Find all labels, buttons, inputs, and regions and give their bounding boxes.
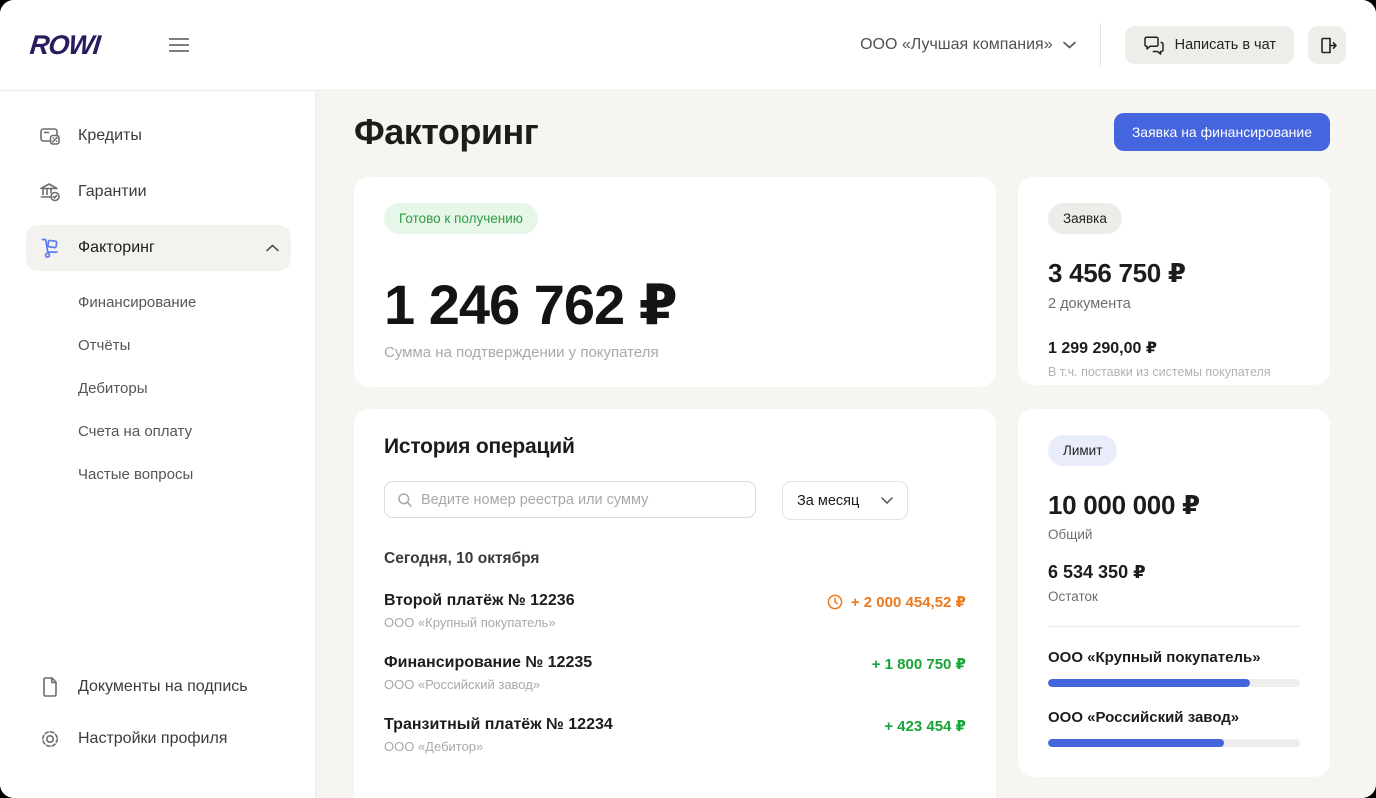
transaction-company: ООО «Крупный покупатель»	[384, 615, 827, 630]
search-icon	[397, 492, 413, 508]
status-badge-ready: Готово к получению	[384, 203, 538, 234]
sidebar-item-label: Документы на подпись	[78, 678, 248, 696]
company-selector-label: ООО «Лучшая компания»	[860, 36, 1053, 54]
gear-icon	[38, 727, 62, 751]
clock-icon	[827, 594, 843, 610]
history-search-box[interactable]	[384, 481, 756, 518]
sidebar-item-label: Настройки профиля	[78, 730, 227, 748]
ready-caption: Сумма на подтверждении у покупателя	[384, 344, 966, 361]
factoring-submenu: Финансирование Отчёты Дебиторы Счета на …	[26, 281, 291, 496]
main-content: Факторинг Заявка на финансирование Готов…	[316, 91, 1376, 798]
operations-history-card: История операций З	[354, 409, 996, 798]
transaction-row[interactable]: Второй платёж № 12236 ООО «Крупный покуп…	[384, 592, 966, 630]
financing-request-button[interactable]: Заявка на финансирование	[1114, 113, 1330, 151]
sidebar-subitem-financing[interactable]: Финансирование	[26, 281, 291, 324]
hamburger-menu-icon[interactable]	[168, 37, 190, 53]
sidebar-item-label: Гарантии	[78, 183, 147, 201]
transaction-amount-pending: + 2 000 454,52 ₽	[827, 592, 966, 611]
history-title: История операций	[384, 435, 966, 459]
ready-to-receive-card: Готово к получению 1 246 762 ₽ Сумма на …	[354, 177, 996, 387]
debtor-name: ООО «Крупный покупатель»	[1048, 649, 1300, 666]
ready-amount: 1 246 762 ₽	[384, 272, 966, 338]
sidebar-item-label: Факторинг	[78, 239, 155, 257]
application-amount: 3 456 750 ₽	[1048, 258, 1300, 289]
sidebar-subitem-debtors[interactable]: Дебиторы	[26, 367, 291, 410]
bank-check-icon	[38, 180, 62, 204]
company-selector[interactable]: ООО «Лучшая компания»	[860, 36, 1076, 54]
sidebar-bottom-group: Документы на подпись Настройки профиля	[26, 664, 291, 768]
debtor-limit-block: ООО «Крупный покупатель»	[1048, 649, 1300, 687]
application-badge: Заявка	[1048, 203, 1122, 234]
logout-icon	[1318, 36, 1337, 55]
limit-total-amount: 10 000 000 ₽	[1048, 490, 1300, 521]
limit-rest-caption: Остаток	[1048, 589, 1300, 604]
sidebar-item-profile-settings[interactable]: Настройки профиля	[26, 716, 291, 762]
limit-badge: Лимит	[1048, 435, 1117, 466]
document-icon	[38, 675, 62, 699]
chat-icon	[1143, 36, 1165, 55]
chevron-down-icon	[1063, 41, 1076, 49]
transaction-amount-credited: + 1 800 750 ₽	[872, 654, 966, 673]
sidebar-item-guarantees[interactable]: Гарантии	[26, 169, 291, 215]
sidebar-item-label: Кредиты	[78, 127, 142, 145]
sidebar-item-documents-to-sign[interactable]: Документы на подпись	[26, 664, 291, 710]
history-search-input[interactable]	[421, 492, 743, 508]
application-secondary-amount: 1 299 290,00 ₽	[1048, 338, 1300, 358]
top-header: ROWI ООО «Лучшая компания»	[0, 0, 1376, 91]
application-secondary-caption: В т.ч. поставки из системы покупателя	[1048, 365, 1300, 379]
transaction-title: Второй платёж № 12236	[384, 592, 827, 610]
logout-button[interactable]	[1308, 26, 1346, 64]
sidebar-subitem-invoices[interactable]: Счета на оплату	[26, 410, 291, 453]
limit-rest-amount: 6 534 350 ₽	[1048, 562, 1300, 583]
transaction-company: ООО «Российский завод»	[384, 677, 872, 692]
period-filter-value: За месяц	[797, 493, 859, 509]
transaction-company: ООО «Дебитор»	[384, 739, 884, 754]
application-docs-count: 2 документа	[1048, 296, 1300, 312]
sidebar-subitem-reports[interactable]: Отчёты	[26, 324, 291, 367]
rowi-logo: ROWI	[28, 30, 101, 61]
debtor-limit-progress-fill	[1048, 679, 1250, 687]
credit-card-percent-icon	[38, 124, 62, 148]
chat-button[interactable]: Написать в чат	[1125, 26, 1294, 64]
app-window: ROWI ООО «Лучшая компания»	[0, 0, 1376, 798]
limit-divider	[1048, 626, 1300, 627]
transaction-title: Финансирование № 12235	[384, 654, 872, 672]
debtor-limit-block: ООО «Российский завод»	[1048, 709, 1300, 747]
debtor-limit-progress	[1048, 739, 1300, 747]
transaction-row[interactable]: Финансирование № 12235 ООО «Российский з…	[384, 654, 966, 692]
limit-card: Лимит 10 000 000 ₽ Общий 6 534 350 ₽ Ост…	[1018, 409, 1330, 777]
period-filter-select[interactable]: За месяц	[782, 481, 908, 520]
transaction-amount-credited: + 423 454 ₽	[884, 716, 966, 735]
sidebar-item-credits[interactable]: Кредиты	[26, 113, 291, 159]
handtruck-icon	[38, 236, 62, 260]
limit-total-caption: Общий	[1048, 527, 1300, 542]
chat-button-label: Написать в чат	[1175, 37, 1276, 53]
debtor-name: ООО «Российский завод»	[1048, 709, 1300, 726]
chevron-up-icon	[266, 244, 279, 252]
sidebar-subitem-faq[interactable]: Частые вопросы	[26, 453, 291, 496]
sidebar-item-factoring[interactable]: Факторинг	[26, 225, 291, 271]
transaction-title: Транзитный платёж № 12234	[384, 716, 884, 734]
header-divider	[1100, 23, 1101, 67]
transaction-row[interactable]: Транзитный платёж № 12234 ООО «Дебитор» …	[384, 716, 966, 754]
sidebar: Кредиты Гарантии	[0, 91, 316, 798]
application-card: Заявка 3 456 750 ₽ 2 документа 1 299 290…	[1018, 177, 1330, 385]
page-title: Факторинг	[354, 111, 538, 153]
chevron-down-icon	[881, 497, 893, 504]
debtor-limit-progress	[1048, 679, 1300, 687]
debtor-limit-progress-fill	[1048, 739, 1224, 747]
history-date-header: Сегодня, 10 октября	[384, 550, 966, 568]
